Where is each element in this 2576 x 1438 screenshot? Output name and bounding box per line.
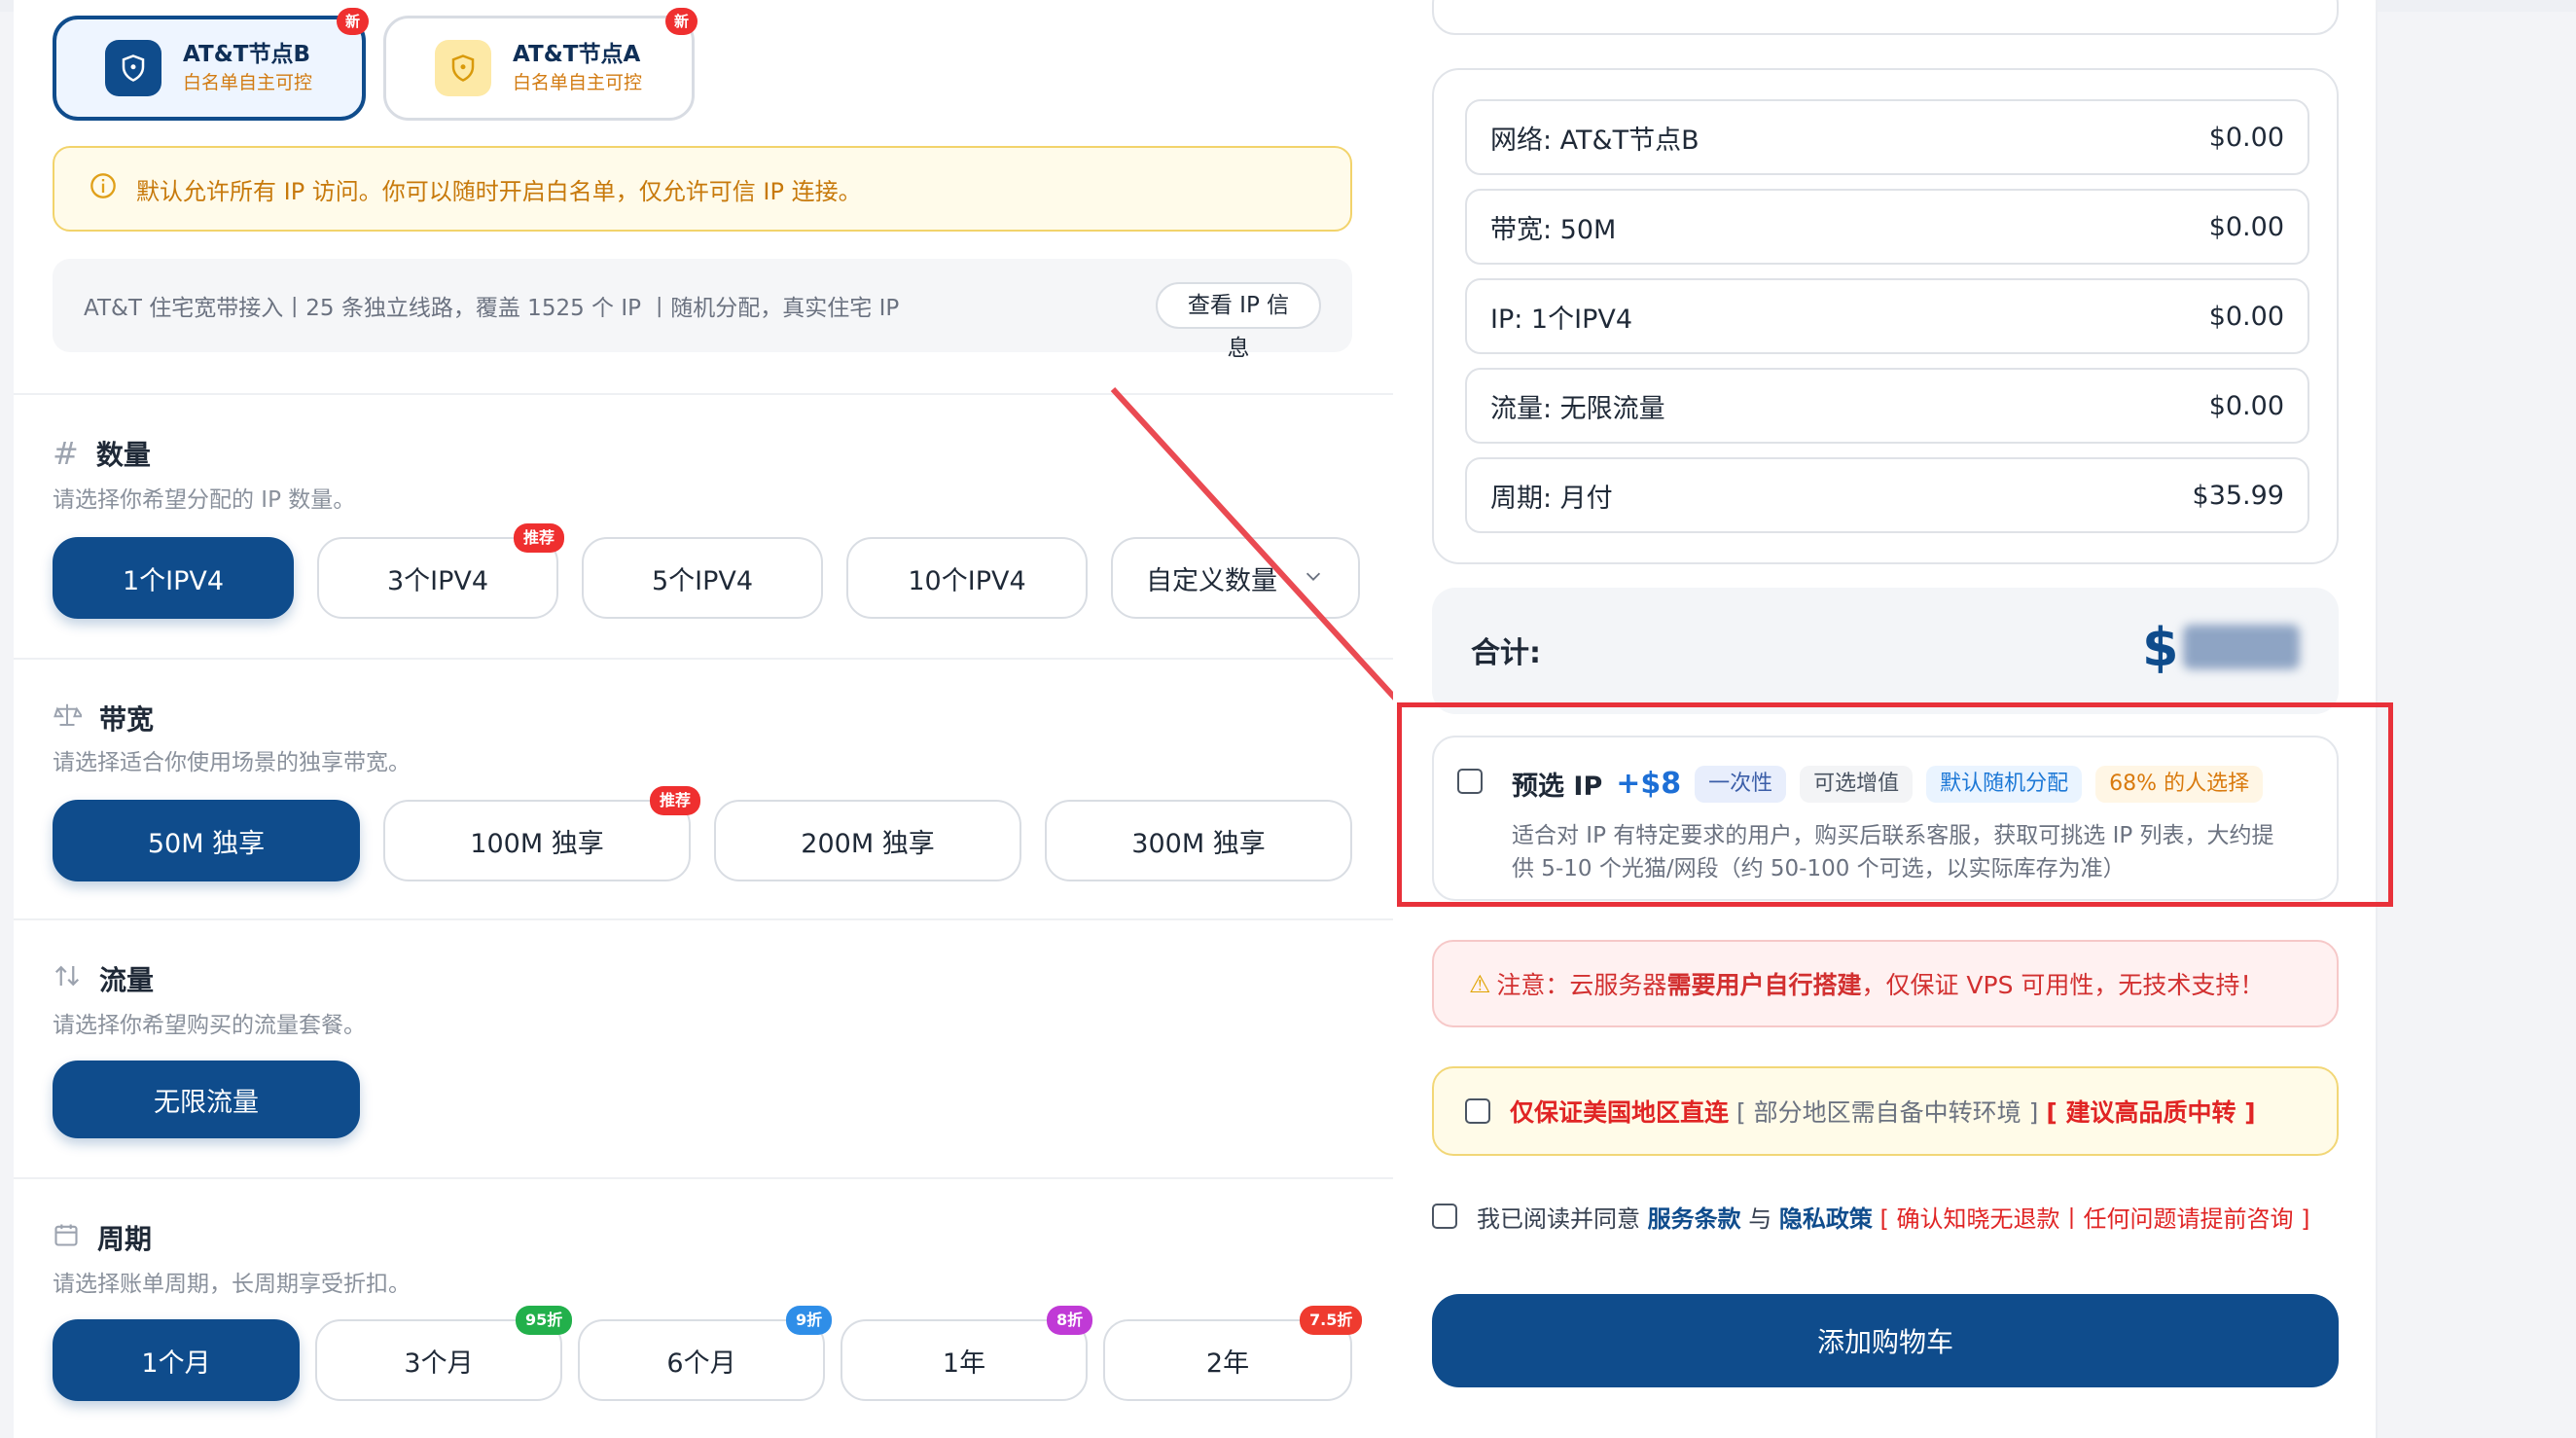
bandwidth-option-100m[interactable]: 100M 独享 [383,800,691,881]
highlight-frame [1397,702,2393,907]
warning-icon: ⚠ [1469,969,1491,998]
bandwidth-section-title: 带宽 [53,699,154,737]
view-ip-info-button[interactable]: 查看 IP 信息 [1156,282,1321,361]
bandwidth-desc: 请选择适合你使用场景的独享带宽。 [53,750,411,775]
whitelist-notice: 默认允许所有 IP 访问。你可以随时开启白名单，仅允许可信 IP 连接。 [53,146,1352,232]
node-info-text: AT&T 住宅宽带接入丨25 条独立线路，覆盖 1525 个 IP 丨随机分配，… [84,296,900,321]
us-direct-checkbox[interactable] [1465,1098,1490,1124]
traffic-option-unlimited[interactable]: 无限流量 [53,1061,360,1138]
notice-text: 默认允许所有 IP 访问。你可以随时开启白名单，仅允许可信 IP 连接。 [136,177,862,205]
node-title: AT&T节点A [513,42,641,67]
scale-icon [53,701,84,737]
total-label: 合计: [1471,636,1541,670]
summary-row-period: 周期: 月付 $35.99 [1465,457,2309,533]
node-card-b[interactable]: AT&T节点B 白名单自主可控 [53,16,366,121]
discount-badge: 7.5折 [1300,1306,1363,1335]
total-value: $ [2142,617,2179,678]
shield-icon [435,40,491,96]
summary-row-bandwidth: 带宽: 50M $0.00 [1465,189,2309,265]
calendar-icon [53,1221,80,1255]
divider [14,1177,1393,1179]
node-card-a[interactable]: AT&T节点A 白名单自主可控 [383,16,695,121]
period-option-6m[interactable]: 6个月 [578,1319,825,1401]
new-badge: 新 [665,8,698,35]
privacy-link[interactable]: 隐私政策 [1779,1205,1873,1233]
shield-icon [105,40,161,96]
bandwidth-option-200m[interactable]: 200M 独享 [714,800,1021,881]
traffic-desc: 请选择你希望购买的流量套餐。 [53,1013,366,1038]
discount-badge: 8折 [1047,1306,1093,1335]
bandwidth-option-300m[interactable]: 300M 独享 [1045,800,1352,881]
period-desc: 请选择账单周期，长周期享受折扣。 [53,1272,411,1297]
bandwidth-option-50m[interactable]: 50M 独享 [53,800,360,881]
quantity-option-1[interactable]: 1个IPV4 [53,537,294,619]
quantity-section-title: # 数量 [53,435,151,472]
terms-checkbox[interactable] [1432,1204,1457,1229]
quantity-desc: 请选择你希望分配的 IP 数量。 [53,487,356,513]
discount-badge: 95折 [516,1306,573,1335]
period-option-1m[interactable]: 1个月 [53,1319,300,1401]
blurred-price [2183,625,2300,669]
period-section-title: 周期 [53,1218,152,1257]
recommend-badge: 推荐 [650,786,701,815]
info-icon [89,172,117,205]
discount-badge: 9折 [786,1306,833,1335]
node-subtitle: 白名单自主可控 [183,72,313,93]
terms-link[interactable]: 服务条款 [1648,1205,1741,1233]
quantity-option-5[interactable]: 5个IPV4 [582,537,823,619]
new-badge: 新 [337,8,370,35]
summary-card-top [1432,0,2339,35]
divider [14,918,1393,920]
node-subtitle: 白名单自主可控 [513,72,643,93]
node-title: AT&T节点B [183,42,310,67]
summary-row-network: 网络: AT&T节点B $0.00 [1465,99,2309,175]
no-tech-support-warning: ⚠ 注意：云服务器 需要用户自行搭建 ，仅保证 VPS 可用性，无技术支持！ [1432,940,2339,1027]
recommend-badge: 推荐 [514,523,565,553]
quantity-option-10[interactable]: 10个IPV4 [846,537,1088,619]
terms-agreement: 我已阅读并同意 服务条款 与 隐私政策 [ 确认知晓无退款丨任何问题请提前咨询 … [1432,1197,2366,1236]
us-direct-option: 仅保证美国地区直连 [ 部分地区需自备中转环境 ] [ 建议高品质中转 ] [1432,1066,2339,1156]
summary-row-traffic: 流量: 无限流量 $0.00 [1465,368,2309,444]
summary-row-ip: IP: 1个IPV4 $0.00 [1465,278,2309,354]
add-to-cart-button[interactable]: 添加购物车 [1432,1294,2339,1387]
swap-arrows-icon [53,961,82,997]
traffic-section-title: 流量 [53,959,154,998]
hash-icon: # [53,435,79,472]
